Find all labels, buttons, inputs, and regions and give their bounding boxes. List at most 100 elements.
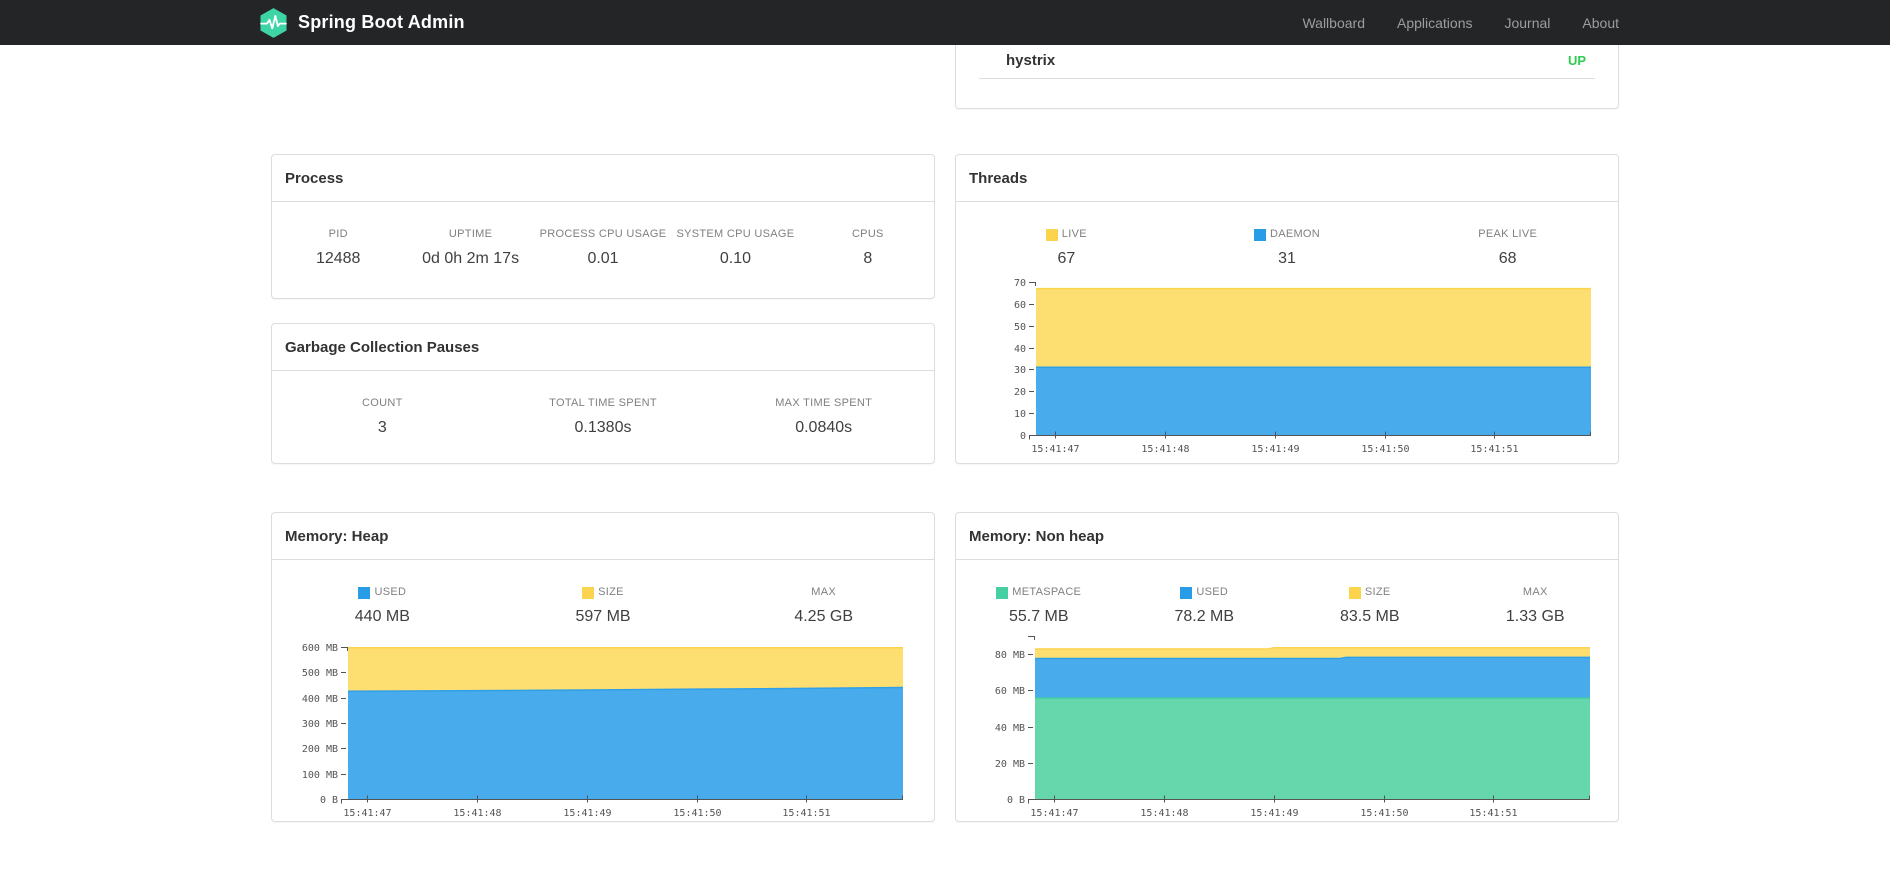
application-status-card: hystrix UP [955, 45, 1619, 109]
metric: TOTAL TIME SPENT 0.1380s [493, 397, 714, 437]
svg-text:40 MB: 40 MB [995, 723, 1025, 734]
svg-text:15:41:47: 15:41:47 [343, 808, 391, 819]
metric: UPTIME 0d 0h 2m 17s [404, 228, 536, 268]
metric: USED 78.2 MB [1122, 586, 1288, 626]
threads-card: Threads LIVE 67 DAEMON 31 PEAK LIVE 68 0 10 20 3… [955, 154, 1619, 464]
metric-value: 597 MB [575, 608, 631, 625]
metric-value: 68 [1498, 250, 1517, 267]
metric-label: COUNT [362, 397, 403, 409]
metric-value: 31 [1278, 250, 1296, 267]
metric-label: TOTAL TIME SPENT [549, 397, 657, 409]
nav-item-about[interactable]: About [1582, 15, 1619, 31]
metric: USED 440 MB [272, 586, 493, 626]
metrics-row: METASPACE 55.7 MB USED 78.2 MB SIZE 83.5 MB MA… [956, 560, 1618, 626]
svg-text:100 MB: 100 MB [302, 770, 338, 781]
left-column: Process PID 12488 UPTIME 0d 0h 2m 17s PROCES… [271, 45, 935, 822]
svg-text:60: 60 [1014, 300, 1026, 311]
card-title: Memory: Heap [272, 513, 934, 560]
metric-value: 3 [377, 419, 387, 436]
svg-text:15:41:48: 15:41:48 [453, 808, 501, 819]
metric-label: UPTIME [448, 228, 493, 240]
svg-text:0 B: 0 B [320, 795, 338, 806]
metric-value: 4.25 GB [794, 608, 854, 625]
svg-text:15:41:48: 15:41:48 [1140, 808, 1188, 819]
metric: PID 12488 [272, 228, 404, 268]
legend-swatch-icon [582, 586, 595, 599]
svg-text:15:41:47: 15:41:47 [1030, 808, 1078, 819]
metric-label: CPUS [851, 228, 884, 240]
svg-text:0 B: 0 B [1007, 795, 1025, 806]
metric-label: PID [328, 228, 348, 240]
metric: MAX 1.33 GB [1453, 586, 1619, 626]
svg-text:15:41:51: 15:41:51 [1470, 444, 1518, 455]
svg-text:10: 10 [1014, 409, 1026, 420]
memory-heap-chart: 0 B 100 MB 200 MB 300 MB 400 MB 500 MB 600 MB 1… [272, 644, 934, 821]
nav-item-wallboard[interactable]: Wallboard [1302, 15, 1365, 31]
svg-text:60 MB: 60 MB [995, 686, 1025, 697]
metrics-row: LIVE 67 DAEMON 31 PEAK LIVE 68 [956, 202, 1618, 268]
metric-label: SYSTEM CPU USAGE [676, 228, 795, 240]
metric: SIZE 83.5 MB [1287, 586, 1453, 626]
svg-text:70: 70 [1014, 279, 1026, 289]
metric-label: SIZE [493, 586, 714, 599]
metric-label: LIVE [956, 228, 1177, 241]
metric-value: 12488 [315, 250, 361, 267]
svg-text:15:41:47: 15:41:47 [1031, 444, 1079, 455]
gc-pauses-card: Garbage Collection Pauses COUNT 3 TOTAL TI… [271, 323, 935, 464]
metric: PROCESS CPU USAGE 0.01 [537, 228, 669, 268]
metric-label: MAX TIME SPENT [775, 397, 873, 409]
metric: METASPACE 55.7 MB [956, 586, 1122, 626]
svg-text:15:41:49: 15:41:49 [1250, 808, 1298, 819]
metric-value: 440 MB [354, 608, 410, 625]
navbar: Spring Boot Admin Wallboard Applications… [0, 0, 1890, 45]
memory-nonheap-card: Memory: Non heap METASPACE 55.7 MB USED 78.… [955, 512, 1619, 822]
metric-value: 8 [863, 250, 873, 267]
card-title: Process [272, 155, 934, 202]
metric: SYSTEM CPU USAGE 0.10 [669, 228, 801, 268]
legend-swatch-icon [1253, 228, 1266, 241]
card-title: Garbage Collection Pauses [272, 324, 934, 371]
svg-text:15:41:49: 15:41:49 [1251, 444, 1299, 455]
metric: MAX 4.25 GB [713, 586, 934, 626]
metric-label: MAX [1522, 586, 1548, 598]
metric-value: 83.5 MB [1339, 608, 1400, 625]
memory-heap-card: Memory: Heap USED 440 MB SIZE 597 MB MAX 4.25… [271, 512, 935, 822]
metric-label: USED [1122, 586, 1288, 599]
brand-link[interactable]: Spring Boot Admin [258, 6, 465, 40]
metrics-row: USED 440 MB SIZE 597 MB MAX 4.25 GB [272, 560, 934, 626]
svg-text:15:41:50: 15:41:50 [673, 808, 721, 819]
svg-text:15:41:48: 15:41:48 [1141, 444, 1189, 455]
svg-text:20 MB: 20 MB [995, 759, 1025, 770]
legend-swatch-icon [1045, 228, 1058, 241]
metric-label: USED [272, 586, 493, 599]
legend-swatch-icon [358, 586, 371, 599]
metric-value: 0.0840s [795, 419, 853, 436]
svg-text:40: 40 [1014, 344, 1026, 355]
svg-text:400 MB: 400 MB [302, 694, 338, 705]
metrics-row: PID 12488 UPTIME 0d 0h 2m 17s PROCESS CPU US… [272, 202, 934, 268]
svg-text:15:41:51: 15:41:51 [1469, 808, 1517, 819]
metric-value: 55.7 MB [1008, 608, 1069, 625]
svg-text:0: 0 [1020, 431, 1026, 442]
metric-label: PEAK LIVE [1478, 228, 1538, 240]
svg-text:300 MB: 300 MB [302, 719, 338, 730]
nav-item-applications[interactable]: Applications [1397, 15, 1473, 31]
application-row[interactable]: hystrix UP [979, 45, 1595, 79]
legend-swatch-icon [996, 586, 1009, 599]
pulse-hexagon-icon [260, 7, 287, 38]
application-name: hystrix [1006, 52, 1056, 69]
svg-text:20: 20 [1014, 387, 1026, 398]
metric-label: METASPACE [956, 586, 1122, 599]
metric: DAEMON 31 [1177, 228, 1398, 268]
memory-nonheap-chart: 0 B 20 MB 40 MB 60 MB 80 MB 15:41:47 15:41:48 1… [956, 633, 1618, 821]
svg-text:15:41:51: 15:41:51 [782, 808, 830, 819]
metric: SIZE 597 MB [493, 586, 714, 626]
main-content: Process PID 12488 UPTIME 0d 0h 2m 17s PROCES… [271, 0, 1619, 822]
nav-item-journal[interactable]: Journal [1504, 15, 1550, 31]
metric: PEAK LIVE 68 [1397, 228, 1618, 268]
metric-value: 0.01 [587, 250, 619, 267]
metric: MAX TIME SPENT 0.0840s [713, 397, 934, 437]
nav-links: Wallboard Applications Journal About [1302, 15, 1619, 31]
svg-text:50: 50 [1014, 322, 1026, 333]
card-title: Threads [956, 155, 1618, 202]
